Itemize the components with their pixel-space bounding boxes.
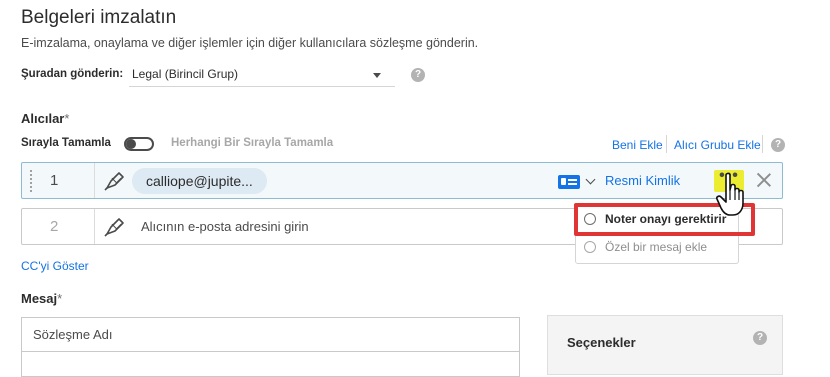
divider	[22, 351, 519, 352]
recipient-row-1[interactable]: 1 calliope@jupite... Resmi Kimlik •••	[21, 162, 783, 199]
order-toggle[interactable]	[124, 137, 154, 151]
help-icon[interactable]: ?	[411, 68, 425, 82]
caret-down-icon	[373, 73, 381, 78]
chevron-down-icon[interactable]	[585, 174, 596, 185]
menu-item-private-message[interactable]: Özel bir mesaj ekle	[576, 236, 738, 260]
drag-handle-icon[interactable]	[29, 169, 33, 193]
send-from-select[interactable]: Legal (Birincil Grup)	[129, 64, 395, 87]
any-order-label: Herhangi Bir Sırayla Tamamla	[171, 137, 334, 149]
id-card-line	[568, 179, 577, 181]
page-subtitle: E-imzalama, onaylama ve diğer işlemler i…	[21, 36, 479, 50]
sequential-label: Sırayla Tamamla	[21, 137, 111, 149]
divider	[94, 163, 95, 198]
close-icon[interactable]	[755, 171, 773, 189]
show-cc-link[interactable]: CC'yi Göster	[21, 259, 89, 273]
help-icon[interactable]: ?	[753, 331, 767, 345]
menu-item-label: Özel bir mesaj ekle	[605, 240, 708, 254]
recipient-email-chip[interactable]: calliope@jupite...	[132, 168, 267, 194]
recipients-title-text: Alıcılar	[21, 111, 65, 126]
divider	[666, 135, 667, 153]
id-card-line	[568, 183, 577, 185]
options-panel[interactable]: Seçenekler ?	[547, 315, 783, 375]
options-title: Seçenekler	[567, 335, 636, 350]
divider	[94, 209, 95, 244]
help-icon[interactable]: ?	[771, 138, 785, 152]
auth-method-dropdown[interactable]: Resmi Kimlik	[605, 173, 680, 188]
send-from-label: Şuradan gönderin:	[21, 68, 124, 80]
recipient-email-input[interactable]: Alıcının e-posta adresini girin	[141, 219, 309, 234]
hand-cursor-icon	[716, 172, 744, 216]
recipient-order-number[interactable]: 2	[50, 218, 58, 235]
page-title: Belgeleri imzalatın	[21, 7, 177, 28]
send-from-value: Legal (Birincil Grup)	[132, 67, 239, 81]
add-me-link[interactable]: Beni Ekle	[612, 138, 663, 152]
message-icon	[584, 241, 596, 253]
id-card-icon[interactable]	[558, 175, 580, 189]
recipient-order-number[interactable]: 1	[50, 172, 58, 189]
required-mark: *	[64, 111, 70, 126]
message-title: Mesaj*	[21, 291, 62, 306]
recipients-title: Alıcılar*	[21, 111, 69, 126]
id-card-photo	[561, 178, 566, 185]
agreement-name-placeholder: Sözleşme Adı	[33, 327, 113, 342]
toggle-knob	[126, 139, 136, 149]
divider	[762, 135, 763, 153]
agreement-name-input[interactable]: Sözleşme Adı	[21, 317, 520, 377]
required-mark: *	[57, 291, 63, 306]
message-title-text: Mesaj	[21, 291, 58, 306]
add-recipient-group-link[interactable]: Alıcı Grubu Ekle	[674, 138, 761, 152]
